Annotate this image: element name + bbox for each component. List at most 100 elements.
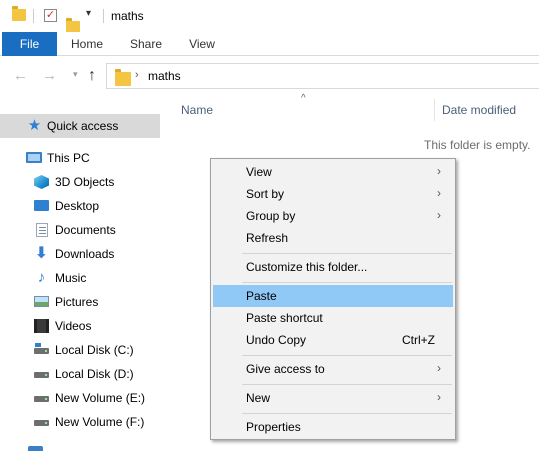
sort-ascending-icon: ^ (301, 93, 306, 104)
menu-item-group-by[interactable]: Group by › (213, 205, 453, 227)
tab-home[interactable]: Home (66, 32, 108, 56)
sidebar-item-local-disk-c[interactable]: Local Disk (C:) (0, 338, 160, 362)
menu-item-label: Refresh (246, 231, 289, 245)
menu-item-paste[interactable]: Paste (213, 285, 453, 307)
column-header: Name ^ Date modified (162, 93, 539, 125)
menu-item-label: Paste shortcut (246, 311, 323, 325)
sidebar-item-label: Desktop (55, 199, 100, 213)
sidebar-item-this-pc[interactable]: This PC (0, 146, 160, 170)
submenu-chevron-icon: › (437, 164, 441, 178)
sidebar-item-label: Videos (55, 319, 92, 333)
menu-separator (242, 413, 452, 414)
context-menu: View › Sort by › Group by › Refresh Cust… (210, 158, 456, 440)
menu-item-give-access[interactable]: Give access to › (213, 358, 453, 380)
sidebar-item-label: Local Disk (C:) (55, 343, 134, 357)
divider (103, 9, 104, 23)
desktop-icon (34, 200, 49, 211)
back-arrow-icon[interactable]: ← (13, 67, 28, 85)
ribbon-tabs: File Home Share View (0, 32, 539, 56)
drive-icon (34, 372, 49, 378)
sidebar-item-music[interactable]: ♪ Music (0, 266, 160, 290)
empty-folder-message: This folder is empty. (424, 138, 531, 152)
menu-item-customize-folder[interactable]: Customize this folder... (213, 256, 453, 278)
sidebar-item-label: Local Disk (D:) (55, 367, 134, 381)
column-name[interactable]: Name (181, 103, 213, 117)
sidebar-item-label: New Volume (E:) (55, 391, 146, 405)
column-divider[interactable] (434, 99, 435, 121)
sidebar-item-3d-objects[interactable]: 3D Objects (0, 170, 160, 194)
properties-check-icon[interactable]: ✓ (44, 9, 57, 22)
menu-item-view[interactable]: View › (213, 161, 453, 183)
sidebar-item-network[interactable] (0, 438, 160, 451)
menu-separator (242, 355, 452, 356)
menu-item-sort-by[interactable]: Sort by › (213, 183, 453, 205)
sidebar-item-documents[interactable]: Documents (0, 218, 160, 242)
recent-locations-chevron-icon[interactable]: ▾ (73, 69, 78, 80)
sidebar-item-label: Music (55, 271, 87, 285)
film-icon (34, 319, 49, 333)
up-arrow-icon[interactable]: ↑ (88, 67, 96, 85)
navigation-pane: ★ Quick access This PC 3D Objects Deskto… (0, 112, 162, 451)
forward-arrow-icon[interactable]: → (42, 67, 57, 85)
menu-item-label: Sort by (246, 187, 285, 201)
address-path[interactable]: maths (148, 69, 181, 83)
window-title: maths (111, 9, 144, 23)
address-bar[interactable]: › maths (106, 63, 539, 89)
tab-view[interactable]: View (183, 32, 221, 56)
divider (33, 9, 34, 23)
sidebar-item-new-volume-f[interactable]: New Volume (F:) (0, 410, 160, 434)
drive-icon (34, 420, 49, 426)
sidebar-item-label: 3D Objects (55, 175, 115, 189)
keyboard-shortcut: Ctrl+Z (402, 333, 435, 347)
music-note-icon: ♪ (37, 269, 46, 286)
sidebar-item-label: Documents (55, 223, 116, 237)
menu-item-label: Undo Copy (246, 333, 307, 347)
menu-separator (242, 384, 452, 385)
sidebar-item-desktop[interactable]: Desktop (0, 194, 160, 218)
sidebar-item-downloads[interactable]: ⬇ Downloads (0, 242, 160, 266)
drive-icon (34, 396, 49, 402)
menu-item-undo-copy[interactable]: Undo Copy Ctrl+Z (213, 329, 453, 351)
menu-item-label: Group by (246, 209, 296, 223)
sidebar-item-label: Quick access (47, 119, 119, 133)
star-icon: ★ (27, 117, 42, 134)
picture-icon (34, 296, 49, 307)
sidebar-item-new-volume-e[interactable]: New Volume (E:) (0, 386, 160, 410)
sidebar-item-label: Pictures (55, 295, 99, 309)
system-drive-icon (34, 343, 49, 354)
title-bar: ✓ ▾ maths (0, 0, 539, 33)
document-icon (36, 223, 48, 237)
column-date-modified[interactable]: Date modified (442, 103, 516, 117)
menu-item-new[interactable]: New › (213, 387, 453, 409)
download-arrow-icon: ⬇ (34, 245, 49, 262)
sidebar-item-pictures[interactable]: Pictures (0, 290, 160, 314)
sidebar-item-label: New Volume (F:) (55, 415, 145, 429)
menu-item-properties[interactable]: Properties (213, 416, 453, 438)
folder-icon (115, 69, 131, 86)
menu-item-label: Properties (246, 420, 301, 434)
sidebar-item-local-disk-d[interactable]: Local Disk (D:) (0, 362, 160, 386)
chevron-right-icon[interactable]: › (135, 69, 139, 81)
tab-file[interactable]: File (2, 32, 57, 56)
menu-item-label: Paste (246, 289, 277, 303)
menu-item-label: Give access to (246, 362, 325, 376)
menu-item-label: View (246, 165, 272, 179)
submenu-chevron-icon: › (437, 208, 441, 222)
sidebar-item-label: This PC (47, 151, 90, 165)
submenu-chevron-icon: › (437, 186, 441, 200)
menu-separator (242, 282, 452, 283)
sidebar-item-quick-access[interactable]: ★ Quick access (0, 114, 160, 138)
menu-separator (242, 253, 452, 254)
submenu-chevron-icon: › (437, 361, 441, 375)
menu-item-label: New (246, 391, 271, 405)
tab-share[interactable]: Share (124, 32, 168, 56)
menu-item-label: Customize this folder... (246, 260, 368, 274)
submenu-chevron-icon: › (437, 390, 441, 404)
navigation-bar: ← → ▾ ↑ › maths (0, 60, 539, 92)
customize-toolbar-dropdown-icon[interactable]: ▾ (86, 8, 91, 19)
sidebar-item-videos[interactable]: Videos (0, 314, 160, 338)
menu-item-refresh[interactable]: Refresh (213, 227, 453, 249)
cube-icon (34, 175, 49, 189)
computer-icon (26, 152, 42, 163)
menu-item-paste-shortcut[interactable]: Paste shortcut (213, 307, 453, 329)
